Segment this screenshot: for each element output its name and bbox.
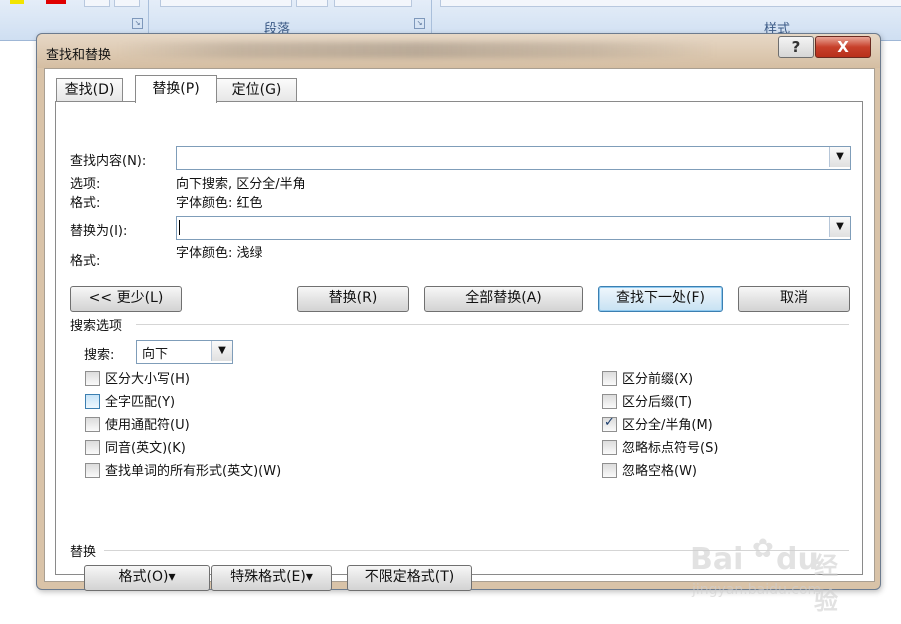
- checkmark-icon: ✓: [604, 415, 615, 430]
- ribbon-mini-button[interactable]: [114, 0, 140, 7]
- replace-button[interactable]: 替换(R): [297, 286, 409, 312]
- ribbon-mini-button[interactable]: [296, 0, 328, 7]
- help-button[interactable]: ?: [778, 36, 814, 58]
- wildcards-checkbox[interactable]: [85, 417, 100, 432]
- watermark-jingyan: 经验: [814, 552, 838, 615]
- match-case-checkbox[interactable]: [85, 371, 100, 386]
- replace-with-label: 替换为(I):: [70, 224, 128, 239]
- match-prefix-checkbox[interactable]: [602, 371, 617, 386]
- close-button[interactable]: X: [815, 36, 871, 58]
- search-options-heading: 搜索选项: [70, 319, 123, 334]
- match-case-label[interactable]: 区分大小写(H): [105, 368, 190, 387]
- ignore-whitespace-label[interactable]: 忽略空格(W): [622, 460, 697, 479]
- replace-all-button[interactable]: 全部替换(A): [424, 286, 583, 312]
- ignore-punctuation-checkbox[interactable]: [602, 440, 617, 455]
- text-cursor: [179, 220, 180, 235]
- match-suffix-checkbox[interactable]: [602, 394, 617, 409]
- dialog-title: 查找和替换: [46, 48, 112, 63]
- less-button[interactable]: << 更少(L): [70, 286, 182, 312]
- match-suffix-label[interactable]: 区分后缀(T): [622, 391, 692, 410]
- format-menu-button[interactable]: 格式(O)▾: [84, 565, 210, 591]
- tab-find[interactable]: 查找(D): [56, 78, 123, 102]
- find-options-value: 向下搜索, 区分全/半角: [176, 177, 306, 192]
- match-prefix-label[interactable]: 区分前缀(X): [622, 368, 693, 387]
- find-what-combo[interactable]: ▼: [176, 146, 851, 170]
- watermark-brand-du: du: [776, 542, 819, 577]
- match-width-label[interactable]: 区分全/半角(M): [622, 414, 713, 433]
- chevron-down-icon[interactable]: ▼: [829, 147, 850, 167]
- all-word-forms-checkbox[interactable]: [85, 463, 100, 478]
- baidu-jingyan-watermark: Bai ✿ du 经验 jingyan.baidu.com: [690, 534, 860, 615]
- find-format-label: 格式:: [70, 196, 101, 211]
- search-direction-label: 搜索:: [84, 348, 115, 363]
- tab-goto[interactable]: 定位(G): [216, 78, 297, 102]
- font-dialog-launcher-icon[interactable]: ↘: [132, 18, 143, 29]
- no-formatting-button[interactable]: 不限定格式(T): [347, 565, 472, 591]
- chevron-down-icon[interactable]: ▼: [211, 341, 232, 361]
- cancel-button[interactable]: 取消: [738, 286, 850, 312]
- replace-section-heading: 替换: [70, 545, 97, 560]
- ribbon-mini-button[interactable]: [84, 0, 110, 7]
- section-divider: [136, 324, 849, 325]
- find-format-value: 字体颜色: 红色: [176, 196, 263, 211]
- styles-gallery[interactable]: [440, 0, 901, 7]
- sounds-like-label[interactable]: 同音(英文)(K): [105, 437, 186, 456]
- tab-replace[interactable]: 替换(P): [135, 75, 217, 103]
- highlight-color-swatch[interactable]: [10, 0, 24, 4]
- replace-format-label: 格式:: [70, 254, 101, 269]
- find-replace-dialog: 查找和替换 ? X 查找(D) 替换(P) 定位(G) 查找内容(N): ▼ 选…: [36, 33, 881, 591]
- special-menu-button[interactable]: 特殊格式(E)▾: [211, 565, 332, 591]
- ignore-whitespace-checkbox[interactable]: [602, 463, 617, 478]
- ribbon-mini-button[interactable]: [160, 0, 292, 7]
- match-width-checkbox[interactable]: ✓: [602, 415, 617, 432]
- font-color-swatch[interactable]: [46, 0, 66, 4]
- watermark-url: jingyan.baidu.com: [692, 582, 822, 598]
- paragraph-dialog-launcher-icon[interactable]: ↘: [414, 18, 425, 29]
- all-word-forms-label[interactable]: 查找单词的所有形式(英文)(W): [105, 460, 281, 479]
- find-next-button[interactable]: 查找下一处(F): [598, 286, 723, 312]
- whole-word-checkbox[interactable]: [85, 394, 100, 409]
- search-direction-select[interactable]: 向下 ▼: [136, 340, 233, 364]
- replace-with-combo[interactable]: ▼: [176, 216, 851, 240]
- dialog-titlebar[interactable]: 查找和替换 ? X: [37, 34, 880, 68]
- watermark-brand: Bai: [690, 542, 744, 577]
- ribbon-mini-button[interactable]: [334, 0, 412, 7]
- search-direction-value: 向下: [142, 347, 169, 362]
- find-options-label: 选项:: [70, 177, 101, 192]
- background-blur: [117, 42, 717, 58]
- dialog-client-area: 查找(D) 替换(P) 定位(G) 查找内容(N): ▼ 选项: 向下搜索, 区…: [44, 68, 875, 591]
- whole-word-label[interactable]: 全字匹配(Y): [105, 391, 175, 410]
- ignore-punctuation-label[interactable]: 忽略标点符号(S): [622, 437, 718, 456]
- paw-icon: ✿: [752, 534, 774, 564]
- find-what-label: 查找内容(N):: [70, 154, 147, 169]
- replace-format-value: 字体颜色: 浅绿: [176, 246, 263, 261]
- sounds-like-checkbox[interactable]: [85, 440, 100, 455]
- wildcards-label[interactable]: 使用通配符(U): [105, 414, 190, 433]
- replace-tab-panel: 查找内容(N): ▼ 选项: 向下搜索, 区分全/半角 格式: 字体颜色: 红色…: [55, 101, 863, 575]
- chevron-down-icon[interactable]: ▼: [829, 217, 850, 237]
